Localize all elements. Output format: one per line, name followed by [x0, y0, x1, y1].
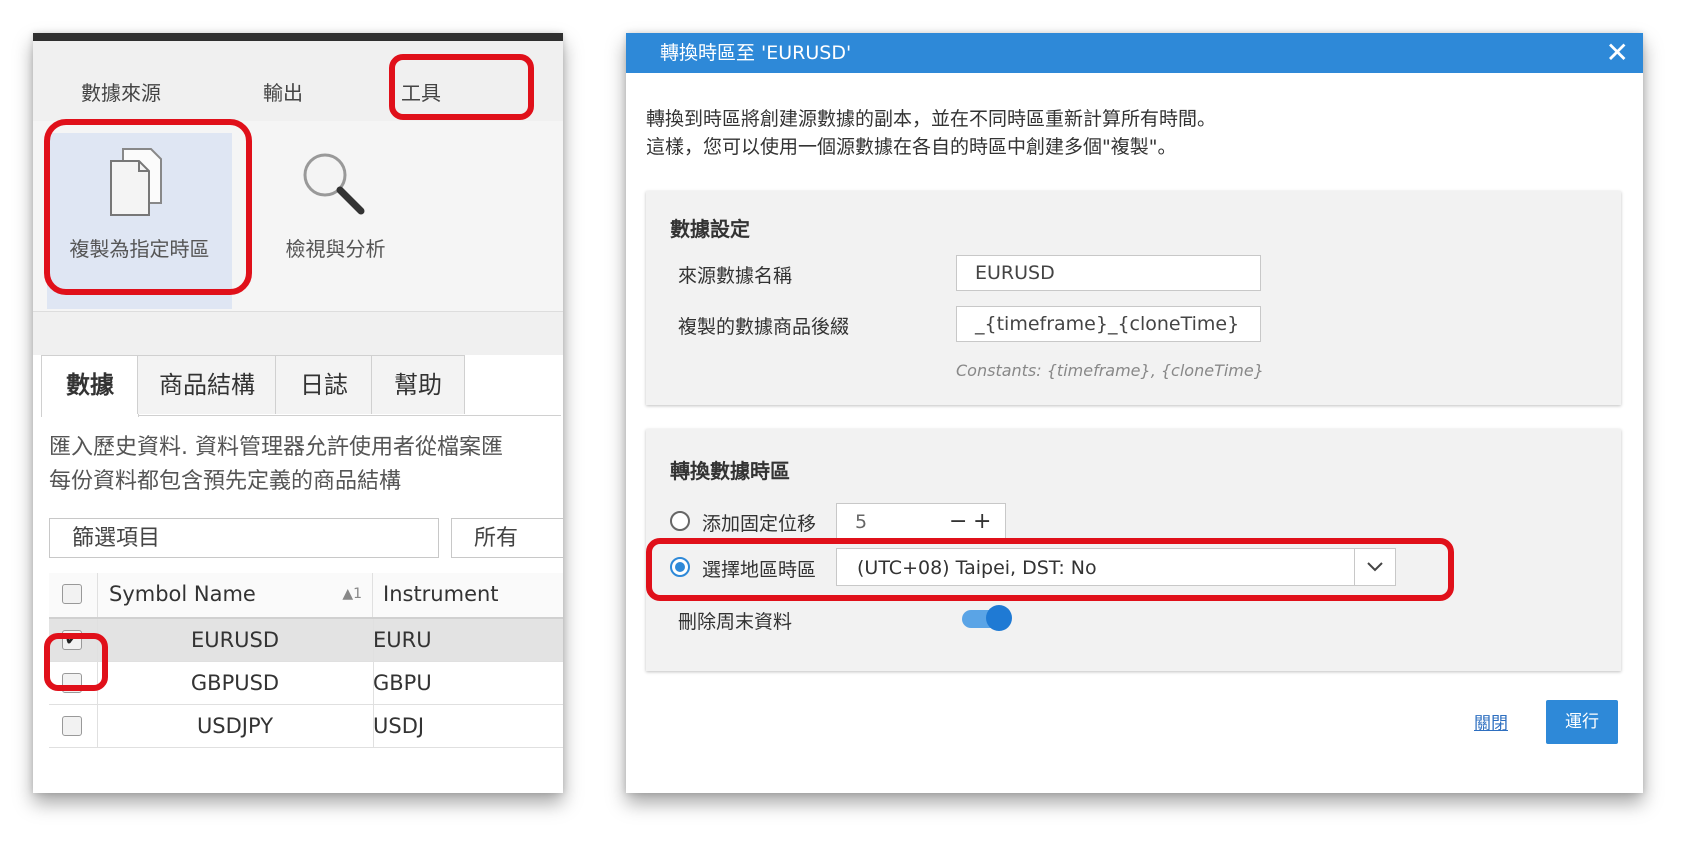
tab-data[interactable]: 數據: [41, 355, 139, 417]
data-settings-section: 數據設定 來源數據名稱 EURUSD 複製的數據商品後綴 _{timeframe…: [646, 191, 1621, 405]
remove-weekend-toggle[interactable]: [962, 605, 1012, 631]
dialog-title-bar: 轉換時區至 'EURUSD' ✕: [626, 33, 1643, 73]
table-row[interactable]: ✔ EURUSD EURU: [49, 619, 563, 662]
constants-hint: Constants: {timeframe}, {cloneTime}: [956, 361, 1264, 380]
suffix-label: 複製的數據商品後綴: [678, 316, 850, 338]
fixed-offset-stepper[interactable]: 5 − +: [836, 503, 1006, 539]
dialog-title: 轉換時區至 'EURUSD': [660, 42, 852, 64]
symbols-grid: Symbol Name ▲1 Instrument ✔ EURUSD EURU …: [49, 573, 563, 748]
magnifier-icon: [303, 153, 365, 215]
row-check-cell: [49, 705, 98, 747]
symbol-cell: USDJPY: [97, 705, 374, 747]
toggle-knob: [986, 605, 1012, 631]
sort-ascending-icon: ▲1: [342, 586, 362, 602]
table-row[interactable]: GBPUSD GBPU: [49, 662, 563, 705]
fixed-offset-value: 5: [855, 511, 868, 533]
filter-input[interactable]: 篩選項目: [49, 518, 439, 558]
column-header-symbol[interactable]: Symbol Name ▲1: [97, 573, 373, 617]
fixed-offset-label: 添加固定位移: [702, 513, 817, 535]
minus-icon[interactable]: −: [949, 504, 967, 540]
description-line-1: 匯入歷史資料. 資料管理器允許使用者從檔案匯: [49, 435, 503, 460]
table-row[interactable]: USDJPY USDJ: [49, 705, 563, 748]
convert-timezone-dialog: 轉換時區至 'EURUSD' ✕ 轉換到時區將創建源數據的副本，並在不同時區重新…: [626, 33, 1643, 793]
column-header-instrument[interactable]: Instrument: [373, 573, 563, 617]
highlight-row-checkbox: [44, 633, 108, 691]
source-name-label: 來源數據名稱: [678, 265, 793, 287]
timezone-title: 轉換數據時區: [670, 459, 790, 483]
highlight-tools-tab: [389, 54, 534, 120]
remove-weekend-label: 刪除周末資料: [678, 611, 793, 633]
tab-instrument-structure[interactable]: 商品結構: [137, 355, 277, 414]
close-link[interactable]: 關閉: [1474, 709, 1508, 734]
instrument-cell: USDJ: [373, 714, 425, 738]
top-bar: [33, 33, 563, 41]
select-all-checkbox[interactable]: [62, 584, 82, 604]
view-analyze-button[interactable]: 檢視與分析: [243, 133, 428, 309]
symbol-cell: EURUSD: [97, 619, 374, 661]
dialog-intro: 轉換到時區將創建源數據的副本，並在不同時區重新計算所有時間。 這樣，您可以使用一…: [646, 105, 1216, 161]
description-line-2: 每份資料都包含預先定義的商品結構: [49, 469, 402, 494]
tab-help[interactable]: 幫助: [371, 355, 465, 414]
run-button[interactable]: 運行: [1546, 700, 1618, 744]
filter-select[interactable]: 所有: [451, 518, 563, 558]
intro-line-2: 這樣，您可以使用一個源數據在各自的時區中創建多個"複製"。: [646, 136, 1177, 158]
menu-tab-data-source[interactable]: 數據來源: [81, 77, 161, 106]
fixed-offset-radio[interactable]: [670, 511, 690, 531]
source-name-field[interactable]: EURUSD: [956, 255, 1261, 291]
data-subpanel: 數據 商品結構 日誌 幫助 匯入歷史資料. 資料管理器允許使用者從檔案匯 每份資…: [33, 355, 563, 793]
highlight-clone-button: [44, 119, 252, 295]
column-header-symbol-label: Symbol Name: [109, 582, 256, 606]
menu-tab-output[interactable]: 輸出: [263, 77, 303, 106]
instrument-cell: EURU: [373, 628, 432, 652]
suffix-field[interactable]: _{timeframe}_{cloneTime}: [956, 306, 1261, 342]
data-settings-title: 數據設定: [670, 217, 750, 241]
intro-line-1: 轉換到時區將創建源數據的副本，並在不同時區重新計算所有時間。: [646, 108, 1217, 130]
close-icon[interactable]: ✕: [1606, 33, 1629, 73]
symbol-cell: GBPUSD: [97, 662, 374, 704]
select-all-cell: [49, 573, 98, 617]
description: 匯入歷史資料. 資料管理器允許使用者從檔案匯 每份資料都包含預先定義的商品結構: [49, 431, 503, 499]
subtabs: 數據 商品結構 日誌 幫助: [41, 355, 561, 417]
instrument-cell: GBPU: [373, 671, 432, 695]
grid-header: Symbol Name ▲1 Instrument: [49, 573, 563, 619]
highlight-region-timezone: [646, 538, 1454, 601]
plus-icon[interactable]: +: [973, 504, 991, 540]
tab-log[interactable]: 日誌: [275, 355, 373, 414]
view-button-label: 檢視與分析: [285, 237, 386, 261]
row-checkbox[interactable]: [62, 716, 82, 736]
